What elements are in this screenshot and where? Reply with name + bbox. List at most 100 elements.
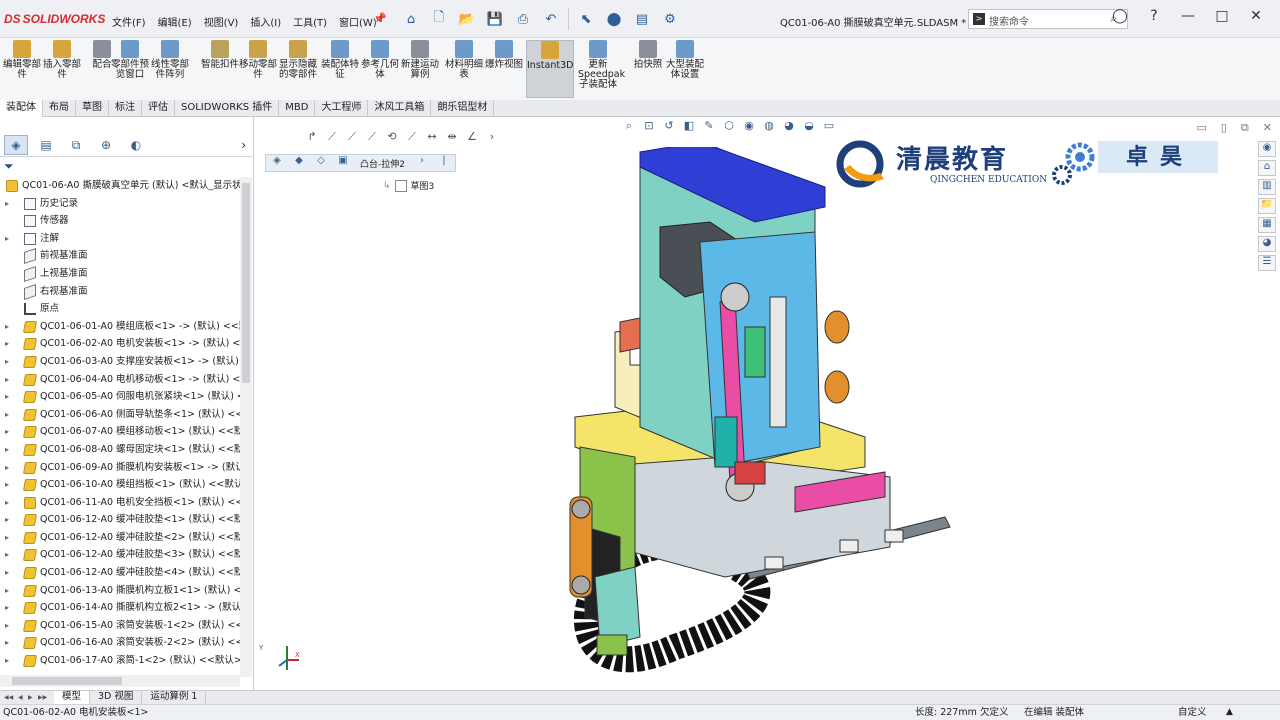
tree-item[interactable]: ▸ QC01-06-06-A0 侧面导轨垫条<1> (默认) <<	[0, 406, 240, 424]
roller[interactable]	[571, 499, 591, 519]
unit-system-selector[interactable]: 自定义	[1178, 705, 1207, 720]
distance-icon[interactable]: ↔	[423, 129, 441, 147]
ribbon-button[interactable]: 大型装配体设置	[665, 40, 705, 98]
expand-arrow-icon[interactable]: ▸	[5, 195, 9, 213]
width-icon[interactable]: ⇹	[443, 129, 461, 147]
angle-icon[interactable]: ∠	[463, 129, 481, 147]
expand-icon[interactable]: ›	[483, 129, 501, 147]
expand-arrow-icon[interactable]: ▸	[5, 459, 9, 477]
ribbon-button[interactable]: 移动零部件	[238, 40, 278, 98]
home-icon[interactable]: ⌂	[1258, 160, 1276, 176]
display-style-icon[interactable]: ◉	[740, 119, 758, 135]
dynamic-annotation-icon[interactable]: ✎	[700, 119, 718, 135]
tree-root[interactable]: QC01-06-A0 撕膜破真空单元 (默认) <默认_显示状	[0, 177, 240, 195]
tree-item[interactable]: ▸ QC01-06-04-A0 电机移动板<1> -> (默认) <	[0, 371, 240, 389]
rail-block[interactable]	[839, 539, 859, 553]
feature-tree-horizontal-scrollbar[interactable]	[0, 675, 240, 687]
ribbon-button[interactable]: Instant3D	[526, 40, 574, 98]
view-palette-icon[interactable]: ▦	[1258, 217, 1276, 233]
mate-icon[interactable]: ⟋	[323, 129, 341, 147]
tree-item[interactable]: 传感器	[0, 212, 240, 230]
status-expand-icon[interactable]: ▲	[1226, 705, 1233, 720]
expand-arrow-icon[interactable]: ▸	[5, 652, 9, 670]
ribbon-button[interactable]: 参考几何体	[360, 40, 400, 98]
minimize-button[interactable]: —	[1178, 8, 1198, 24]
zoom-to-fit-icon[interactable]: ⌕	[620, 119, 638, 135]
scroll-thumb[interactable]	[12, 677, 122, 685]
expand-arrow-icon[interactable]: ▸	[5, 441, 9, 459]
graphics-area[interactable]: ⌕ ⊡ ↺ ◧ ✎ ⬡ ◉ ◍ ◕ ◒ ▭ ▭ ▯ ⧉ ✕ ↱ ⟋ ⟋ ⟋ ⟲ …	[255, 117, 1280, 690]
options-icon[interactable]: ⚙	[659, 8, 681, 30]
tree-item[interactable]: ▸ QC01-06-12-A0 缓冲硅胶垫<1> (默认) <<默	[0, 511, 240, 529]
solidworks-logo[interactable]: DS SOLIDWORKS	[4, 12, 105, 26]
property-manager-tab-icon[interactable]: ▤	[34, 135, 58, 155]
ribbon-button[interactable]: 拍快照	[628, 40, 668, 98]
tree-item[interactable]: 前视基准面	[0, 247, 240, 265]
rail-block[interactable]	[764, 556, 784, 570]
dimxpert-tab-icon[interactable]: ⊕	[94, 135, 118, 155]
previous-tab-icon[interactable]: ◀	[18, 694, 23, 701]
expand-arrow-icon[interactable]: ▸	[5, 564, 9, 582]
ribbon-button[interactable]: 装配体特征	[320, 40, 360, 98]
tree-item[interactable]: ▸ 注解	[0, 230, 240, 248]
file-explorer-icon[interactable]: 📁	[1258, 198, 1276, 214]
ribbon-button[interactable]: 插入零部件	[42, 40, 82, 98]
ribbon-button[interactable]: 显示隐藏的零部件	[278, 40, 318, 98]
smart-mate-icon[interactable]: ⟋	[363, 129, 381, 147]
custom-properties-icon[interactable]: ☰	[1258, 255, 1276, 271]
sensor-block[interactable]	[714, 416, 738, 468]
component-icon[interactable]: ◆	[288, 155, 310, 171]
open-icon[interactable]: 📂	[456, 8, 478, 30]
expand-arrow-icon[interactable]: ▸	[5, 371, 9, 389]
tree-item[interactable]: 上视基准面	[0, 265, 240, 283]
close-button[interactable]: ✕	[1246, 8, 1266, 24]
ribbon-button[interactable]: 编辑零部件	[2, 40, 42, 98]
tab-3d-views[interactable]: 3D 视图	[90, 691, 143, 704]
assembly-icon[interactable]: ◈	[266, 155, 288, 171]
first-tab-icon[interactable]: ◀◀	[4, 694, 13, 701]
chevron-right-icon[interactable]: ›	[411, 155, 433, 171]
assembly-model[interactable]	[445, 147, 965, 687]
upper-pulley[interactable]	[720, 282, 750, 312]
appearances-icon[interactable]: ◕	[1258, 236, 1276, 252]
expand-arrow-icon[interactable]: ▸	[5, 494, 9, 512]
tree-item[interactable]: ▸ QC01-06-03-A0 支撑座安装板<1> -> (默认)	[0, 353, 240, 371]
tree-item[interactable]: ▸ QC01-06-02-A0 电机安装板<1> -> (默认) <	[0, 335, 240, 353]
tree-item[interactable]: ▸ QC01-06-15-A0 滚筒安装板-1<2> (默认) <<	[0, 617, 240, 635]
edit-appearance-icon[interactable]: ◕	[780, 119, 798, 135]
expand-arrow-icon[interactable]: ▸	[5, 511, 9, 529]
mate-icon[interactable]: ⟋	[343, 129, 361, 147]
expand-arrow-icon[interactable]: ▸	[5, 617, 9, 635]
guide-block[interactable]	[744, 326, 766, 378]
undo-icon[interactable]: ↶	[540, 8, 562, 30]
mirror-icon[interactable]: ⟋	[403, 129, 421, 147]
expand-arrow-icon[interactable]: ▸	[5, 582, 9, 600]
view-settings-icon[interactable]: ▭	[820, 119, 838, 135]
ribbon-button[interactable]: 新建运动算例	[400, 40, 440, 98]
command-tab[interactable]: 评估	[142, 100, 175, 117]
tree-item[interactable]: ▸ QC01-06-16-A0 滚筒安装板-2<2> (默认) <<	[0, 634, 240, 652]
ribbon-button[interactable]: 零部件预览窗口	[110, 40, 150, 98]
solidworks-resources-icon[interactable]: ◉	[1258, 141, 1276, 157]
view-orientation-icon[interactable]: ⬡	[720, 119, 738, 135]
arrow-icon[interactable]: ↱	[303, 129, 321, 147]
menu-edit[interactable]: 编辑(E)	[158, 14, 192, 29]
ribbon-button[interactable]: 智能扣件	[200, 40, 240, 98]
roller[interactable]	[571, 575, 591, 595]
tree-item[interactable]: ▸ QC01-06-08-A0 螺母固定块<1> (默认) <<默	[0, 441, 240, 459]
command-tab[interactable]: 布局	[43, 100, 76, 117]
save-icon[interactable]: 💾	[484, 8, 506, 30]
ribbon-button[interactable]: 爆炸视图	[484, 40, 524, 98]
tree-item[interactable]: ▸ QC01-06-13-A0 撕膜机构立板1<1> (默认) <	[0, 582, 240, 600]
hide-show-items-icon[interactable]: ◍	[760, 119, 778, 135]
side-roller[interactable]	[824, 370, 850, 404]
command-tab[interactable]: 草图	[76, 100, 109, 117]
tree-item[interactable]: ▸ QC01-06-10-A0 模组挡板<1> (默认) <<默认	[0, 476, 240, 494]
tree-item[interactable]: ▸ QC01-06-11-A0 电机安全挡板<1> (默认) <<	[0, 494, 240, 512]
search-commands-input[interactable]: > 搜索命令 ⌕	[968, 9, 1128, 29]
command-tab[interactable]: 标注	[109, 100, 142, 117]
configuration-manager-tab-icon[interactable]: ⧉	[64, 135, 88, 155]
tab-motion-study[interactable]: 运动算例 1	[142, 691, 207, 704]
breadcrumb-feature[interactable]: 凸台-拉伸2	[354, 157, 411, 170]
zoom-area-icon[interactable]: ⊡	[640, 119, 658, 135]
